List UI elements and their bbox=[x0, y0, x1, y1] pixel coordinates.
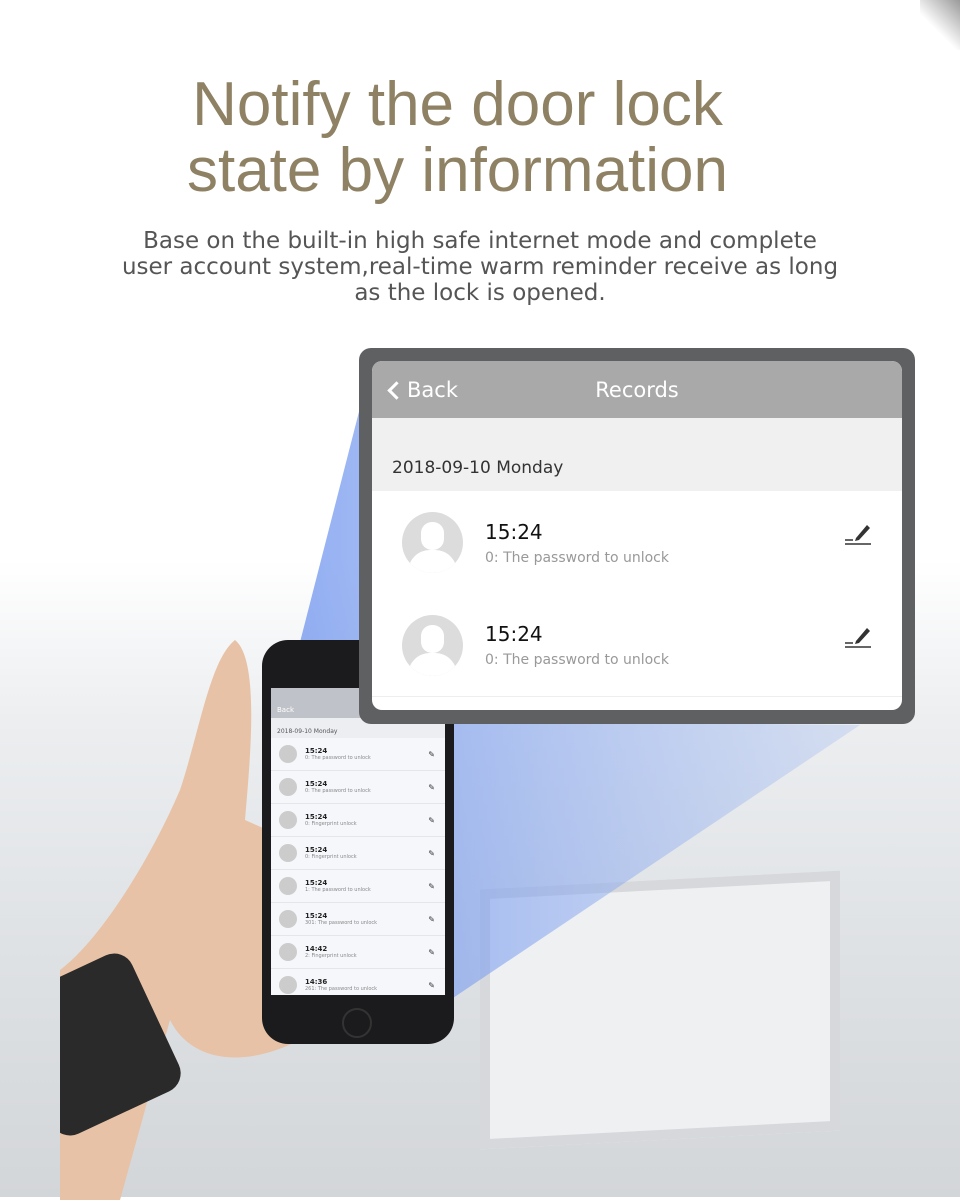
edit-icon[interactable]: ✎ bbox=[428, 849, 435, 858]
records-popup-frame: Back Records 2018-09-10 Monday 15:24 0: … bbox=[359, 348, 915, 724]
record-time: 14:36 bbox=[305, 978, 328, 986]
avatar bbox=[402, 614, 463, 676]
record-description: 0: The password to unlock bbox=[305, 788, 371, 794]
avatar bbox=[402, 512, 463, 573]
phone-record-row[interactable]: 15:24 0: The password to unlock ✎ bbox=[271, 771, 445, 804]
phone-record-row[interactable]: 14:36 261: The password to unlock ✎ bbox=[271, 969, 445, 995]
home-button[interactable] bbox=[342, 1008, 372, 1038]
edit-icon[interactable]: ✎ bbox=[428, 882, 435, 891]
avatar bbox=[279, 910, 297, 928]
phone-record-row[interactable]: 15:24 0: Fingerprint unlock ✎ bbox=[271, 837, 445, 870]
avatar bbox=[279, 877, 297, 895]
record-description: 261: The password to unlock bbox=[305, 986, 378, 992]
phone-record-row[interactable]: 15:24 301: The password to unlock ✎ bbox=[271, 903, 445, 936]
avatar bbox=[279, 943, 297, 961]
record-time: 15:24 bbox=[305, 912, 328, 920]
record-time: 15:24 bbox=[305, 813, 328, 821]
edit-icon[interactable]: ✎ bbox=[428, 981, 435, 990]
edit-icon[interactable]: ✎ bbox=[428, 750, 435, 759]
date-header: 2018-09-10 Monday bbox=[372, 418, 902, 491]
record-description: 301: The password to unlock bbox=[305, 920, 378, 926]
avatar bbox=[279, 745, 297, 763]
avatar bbox=[279, 976, 297, 994]
record-time: 15:24 bbox=[305, 780, 328, 788]
record-time: 14:42 bbox=[305, 945, 328, 953]
record-description: 0: The password to unlock bbox=[485, 652, 669, 668]
record-description: 0: The password to unlock bbox=[485, 549, 669, 566]
phone-record-row[interactable]: 14:42 2: Fingerprint unlock ✎ bbox=[271, 936, 445, 969]
record-time: 15:24 bbox=[305, 879, 328, 887]
nav-bar: Back Records bbox=[372, 361, 902, 418]
edit-icon[interactable]: ✎ bbox=[428, 915, 435, 924]
record-time: 15:24 bbox=[305, 747, 328, 755]
avatar bbox=[279, 844, 297, 862]
phone-record-row[interactable]: 15:24 1: The password to unlock ✎ bbox=[271, 870, 445, 903]
record-row[interactable]: 15:24 0: The password to unlock bbox=[372, 594, 902, 697]
record-description: 1: The password to unlock bbox=[305, 887, 371, 893]
avatar bbox=[279, 811, 297, 829]
record-row[interactable]: 15:24 0: The password to unlock bbox=[372, 491, 902, 594]
phone-screen: Back 2018-09-10 Monday 15:24 0: The pass… bbox=[271, 688, 445, 995]
edit-icon[interactable] bbox=[844, 519, 872, 545]
record-description: 0: Fingerprint unlock bbox=[305, 821, 357, 827]
phone-back-button[interactable]: Back bbox=[277, 706, 294, 714]
records-screen: Back Records 2018-09-10 Monday 15:24 0: … bbox=[372, 361, 902, 710]
record-time: 15:24 bbox=[485, 519, 543, 544]
screen-title: Records bbox=[595, 378, 679, 402]
avatar bbox=[279, 778, 297, 796]
phone-record-row[interactable]: 15:24 0: The password to unlock ✎ bbox=[271, 738, 445, 771]
record-time: 15:24 bbox=[305, 846, 328, 854]
edit-icon[interactable]: ✎ bbox=[428, 816, 435, 825]
edit-icon[interactable]: ✎ bbox=[428, 783, 435, 792]
edit-icon[interactable] bbox=[844, 622, 872, 648]
record-description: 2: Fingerprint unlock bbox=[305, 953, 357, 959]
record-description: 0: Fingerprint unlock bbox=[305, 854, 357, 860]
record-description: 0: The password to unlock bbox=[305, 755, 371, 761]
record-time: 15:24 bbox=[485, 622, 543, 646]
edit-icon[interactable]: ✎ bbox=[428, 948, 435, 957]
phone-record-row[interactable]: 15:24 0: Fingerprint unlock ✎ bbox=[271, 804, 445, 837]
